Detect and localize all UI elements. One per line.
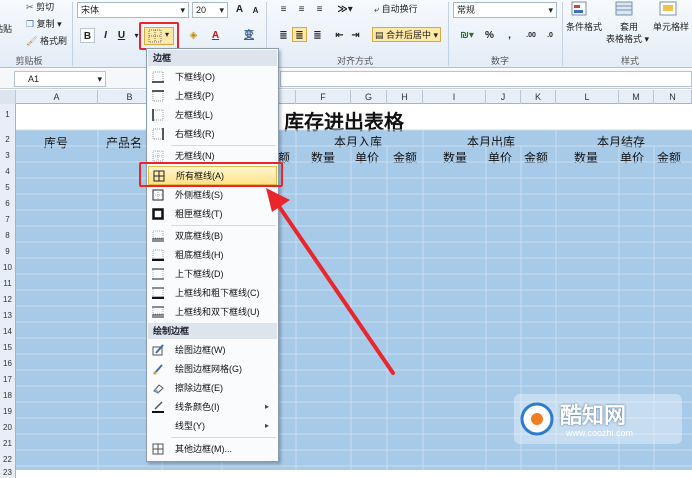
pointer-arrow-icon (266, 188, 395, 375)
